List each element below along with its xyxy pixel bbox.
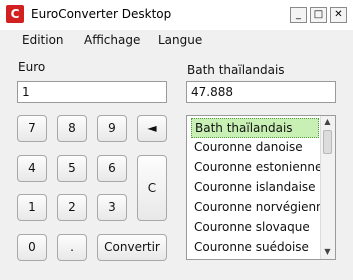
scroll-thumb[interactable] [323,130,332,154]
menu-langue[interactable]: Langue [158,33,202,47]
scroll-up-arrow-icon[interactable]: ▲ [323,117,332,127]
euro-input[interactable]: 1 [17,81,167,103]
convert-button[interactable]: Convertir [97,234,167,261]
converted-value-field[interactable]: 47.888 [186,81,336,103]
key-5[interactable]: 5 [57,155,87,182]
currency-list[interactable]: Bath thaïlandais Couronne danoise Couron… [186,115,336,260]
key-6[interactable]: 6 [97,155,127,182]
currency-list-scrollbar[interactable]: ▲ ▼ [320,116,335,259]
key-2[interactable]: 2 [57,194,87,221]
clear-button[interactable]: C [137,155,167,221]
maximize-button[interactable]: □ [310,7,327,23]
window-title: EuroConverter Desktop [31,7,172,21]
menu-edition[interactable]: Edition [22,33,64,47]
target-currency-label: Bath thaïlandais [187,63,285,77]
list-item-couronne-islandaise[interactable]: Couronne islandaise [191,177,319,197]
list-item-couronne-slovaque[interactable]: Couronne slovaque [191,217,319,237]
title-bar: C EuroConverter Desktop _ □ ✕ [0,0,353,30]
menu-affichage[interactable]: Affichage [84,33,140,47]
key-8[interactable]: 8 [57,115,87,142]
euro-label: Euro [18,60,46,74]
key-decimal[interactable]: . [57,234,87,261]
list-item-couronne-suedoise[interactable]: Couronne suédoise [191,237,319,257]
key-9[interactable]: 9 [97,115,127,142]
list-item-couronne-estonienne[interactable]: Couronne estonienne [191,157,322,177]
key-4[interactable]: 4 [17,155,47,182]
close-button[interactable]: ✕ [330,7,347,23]
converter-logo-icon: C [6,5,24,23]
key-3[interactable]: 3 [97,194,127,221]
menu-bar: Edition Affichage Langue [0,30,353,50]
backspace-button[interactable]: ◄ [137,115,167,142]
key-0[interactable]: 0 [17,234,47,261]
scroll-down-arrow-icon[interactable]: ▼ [323,247,332,257]
minimize-button[interactable]: _ [290,7,307,23]
list-item-couronne-norvegienne[interactable]: Couronne norvégienne [191,197,331,217]
list-item-bath-thailandais[interactable]: Bath thaïlandais [191,118,319,138]
key-7[interactable]: 7 [17,115,47,142]
list-item-couronne-danoise[interactable]: Couronne danoise [191,137,319,157]
key-1[interactable]: 1 [17,194,47,221]
